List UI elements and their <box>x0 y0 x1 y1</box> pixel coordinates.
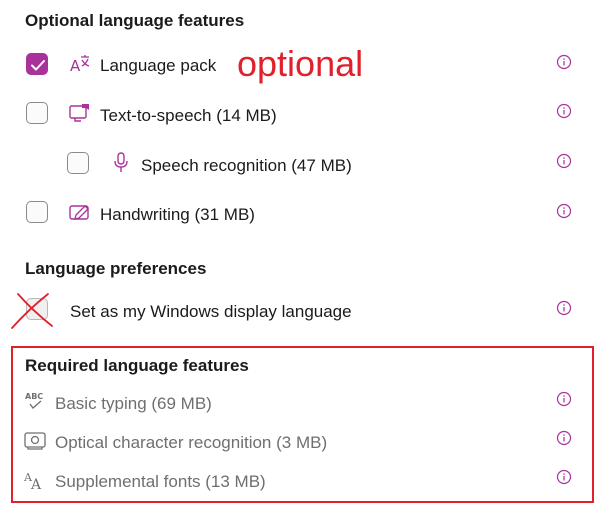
info-icon[interactable] <box>556 300 572 316</box>
supplemental-fonts-label: Supplemental fonts (13 MB) <box>55 472 266 491</box>
microphone-icon <box>114 152 128 172</box>
handwriting-icon <box>69 205 89 220</box>
info-icon[interactable] <box>556 103 572 119</box>
language-preferences-title: Language preferences <box>25 259 207 278</box>
info-icon[interactable] <box>556 153 572 169</box>
speech-recognition-checkbox[interactable] <box>67 152 89 174</box>
ocr-icon <box>24 432 46 450</box>
optional-features-title: Optional language features <box>25 11 245 30</box>
language-pack-label: Language pack <box>100 56 217 75</box>
svg-text:ABC: ABC <box>25 392 43 401</box>
info-icon[interactable] <box>556 54 572 70</box>
text-to-speech-checkbox[interactable] <box>26 102 48 124</box>
speech-recognition-label: Speech recognition (47 MB) <box>141 156 352 175</box>
svg-text:A: A <box>70 57 81 74</box>
info-icon[interactable] <box>556 391 572 407</box>
text-to-speech-icon <box>69 104 89 122</box>
basic-typing-label: Basic typing (69 MB) <box>55 394 212 413</box>
red-cross-mark <box>11 293 53 329</box>
language-pack-checkbox[interactable] <box>26 53 48 75</box>
info-icon[interactable] <box>556 430 572 446</box>
info-icon[interactable] <box>556 469 572 485</box>
ocr-label: Optical character recognition (3 MB) <box>55 433 328 452</box>
info-icon[interactable] <box>556 203 572 219</box>
text-to-speech-label: Text-to-speech (14 MB) <box>100 106 277 125</box>
display-language-label: Set as my Windows display language <box>70 302 352 321</box>
handwriting-label: Handwriting (31 MB) <box>100 205 255 224</box>
optional-annotation: optional <box>237 43 364 84</box>
handwriting-checkbox[interactable] <box>26 201 48 223</box>
language-pack-icon: A <box>70 55 90 74</box>
required-features-title: Required language features <box>25 356 249 375</box>
spellcheck-icon: ABC <box>25 392 43 409</box>
fonts-icon: A A <box>24 471 42 491</box>
checkmark-icon <box>31 60 45 71</box>
svg-text:A: A <box>30 477 42 491</box>
